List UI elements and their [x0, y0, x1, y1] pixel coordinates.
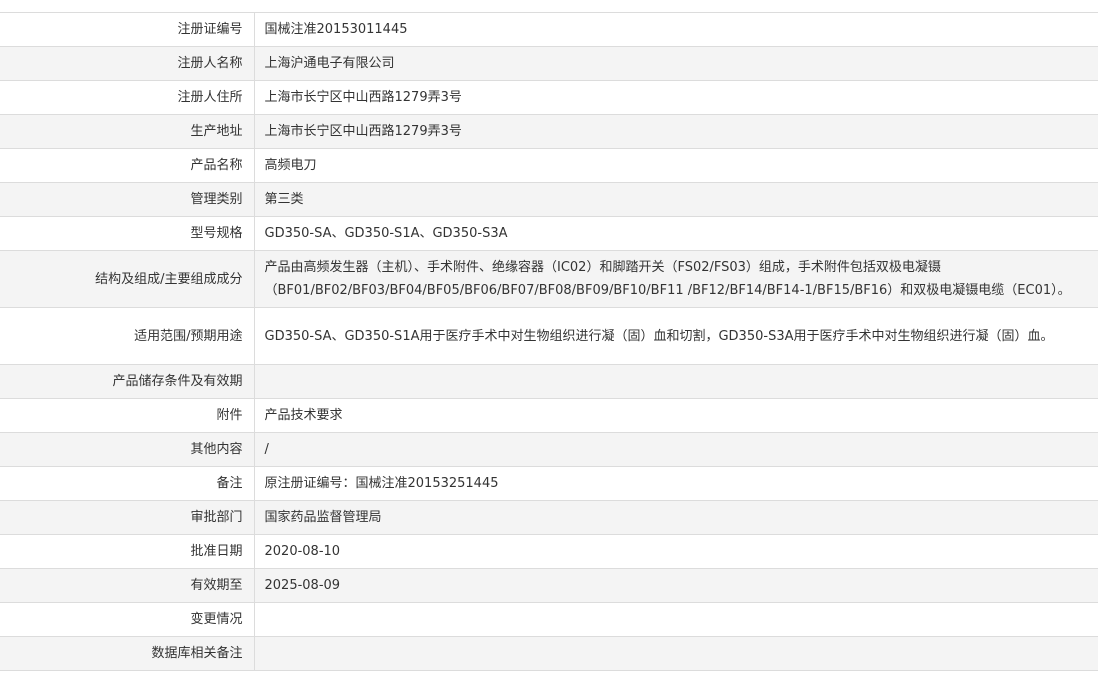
label-structure-composition: 结构及组成/主要组成成分: [0, 250, 255, 308]
value-structure-composition: 产品由高频发生器（主机）、手术附件、绝缘容器（IC02）和脚踏开关（FS02/F…: [264, 260, 1071, 298]
value-attachment: 产品技术要求: [264, 408, 343, 423]
label-other-content: 其他内容: [0, 432, 255, 467]
row-structure-composition: 结构及组成/主要组成成分 产品由高频发生器（主机）、手术附件、绝缘容器（IC02…: [0, 250, 1098, 308]
row-approval-department: 审批部门 国家药品监督管理局: [0, 500, 1098, 535]
value-database-remarks: [254, 637, 1098, 671]
label-product-name: 产品名称: [0, 148, 255, 183]
value-storage-validity: [254, 365, 1098, 399]
value-production-address: 上海市长宁区中山西路1279弄3号: [264, 124, 462, 139]
label-storage-validity: 产品储存条件及有效期: [0, 364, 255, 399]
label-model-spec: 型号规格: [0, 216, 255, 251]
value-other-content: /: [264, 442, 269, 457]
label-production-address: 生产地址: [0, 114, 255, 149]
label-intended-use: 适用范围/预期用途: [0, 307, 255, 365]
row-other-content: 其他内容 /: [0, 432, 1098, 467]
row-registrant-address: 注册人住所 上海市长宁区中山西路1279弄3号: [0, 80, 1098, 115]
row-product-name: 产品名称 高频电刀: [0, 148, 1098, 183]
label-change-status: 变更情况: [0, 602, 255, 637]
label-registrant-address: 注册人住所: [0, 80, 255, 115]
value-approval-department: 国家药品监督管理局: [264, 510, 382, 525]
row-registration-number: 注册证编号 国械注准20153011445: [0, 13, 1098, 47]
value-registrant-address: 上海市长宁区中山西路1279弄3号: [264, 90, 462, 105]
value-registrant-name: 上海沪通电子有限公司: [264, 56, 395, 71]
registration-detail-table: 注册证编号 国械注准20153011445 注册人名称 上海沪通电子有限公司 注…: [0, 13, 1098, 671]
row-management-category: 管理类别 第三类: [0, 182, 1098, 217]
label-valid-until: 有效期至: [0, 568, 255, 603]
label-management-category: 管理类别: [0, 182, 255, 217]
label-registration-number: 注册证编号: [0, 13, 255, 47]
row-attachment: 附件 产品技术要求: [0, 398, 1098, 433]
value-approval-date: 2020-08-10: [264, 544, 341, 559]
row-remarks: 备注 原注册证编号：国械注准20153251445: [0, 466, 1098, 501]
label-approval-date: 批准日期: [0, 534, 255, 569]
value-valid-until: 2025-08-09: [264, 578, 341, 593]
row-registrant-name: 注册人名称 上海沪通电子有限公司: [0, 46, 1098, 81]
row-model-spec: 型号规格 GD350-SA、GD350-S1A、GD350-S3A: [0, 216, 1098, 251]
value-registration-number: 国械注准20153011445: [264, 22, 408, 37]
row-change-status: 变更情况: [0, 602, 1098, 637]
label-approval-department: 审批部门: [0, 500, 255, 535]
value-change-status: [254, 603, 1098, 637]
label-attachment: 附件: [0, 398, 255, 433]
row-valid-until: 有效期至 2025-08-09: [0, 568, 1098, 603]
row-storage-validity: 产品储存条件及有效期: [0, 364, 1098, 399]
row-approval-date: 批准日期 2020-08-10: [0, 534, 1098, 569]
label-remarks: 备注: [0, 466, 255, 501]
value-intended-use: GD350-SA、GD350-S1A用于医疗手术中对生物组织进行凝（固）血和切割…: [264, 328, 1054, 344]
label-database-remarks: 数据库相关备注: [0, 636, 255, 671]
value-product-name: 高频电刀: [264, 158, 317, 173]
value-model-spec: GD350-SA、GD350-S1A、GD350-S3A: [264, 226, 508, 241]
row-intended-use: 适用范围/预期用途 GD350-SA、GD350-S1A用于医疗手术中对生物组织…: [0, 307, 1098, 365]
top-strip: [0, 0, 1098, 13]
row-production-address: 生产地址 上海市长宁区中山西路1279弄3号: [0, 114, 1098, 149]
value-management-category: 第三类: [264, 192, 304, 207]
value-remarks: 原注册证编号：国械注准20153251445: [264, 476, 499, 491]
label-registrant-name: 注册人名称: [0, 46, 255, 81]
row-database-remarks: 数据库相关备注: [0, 636, 1098, 671]
